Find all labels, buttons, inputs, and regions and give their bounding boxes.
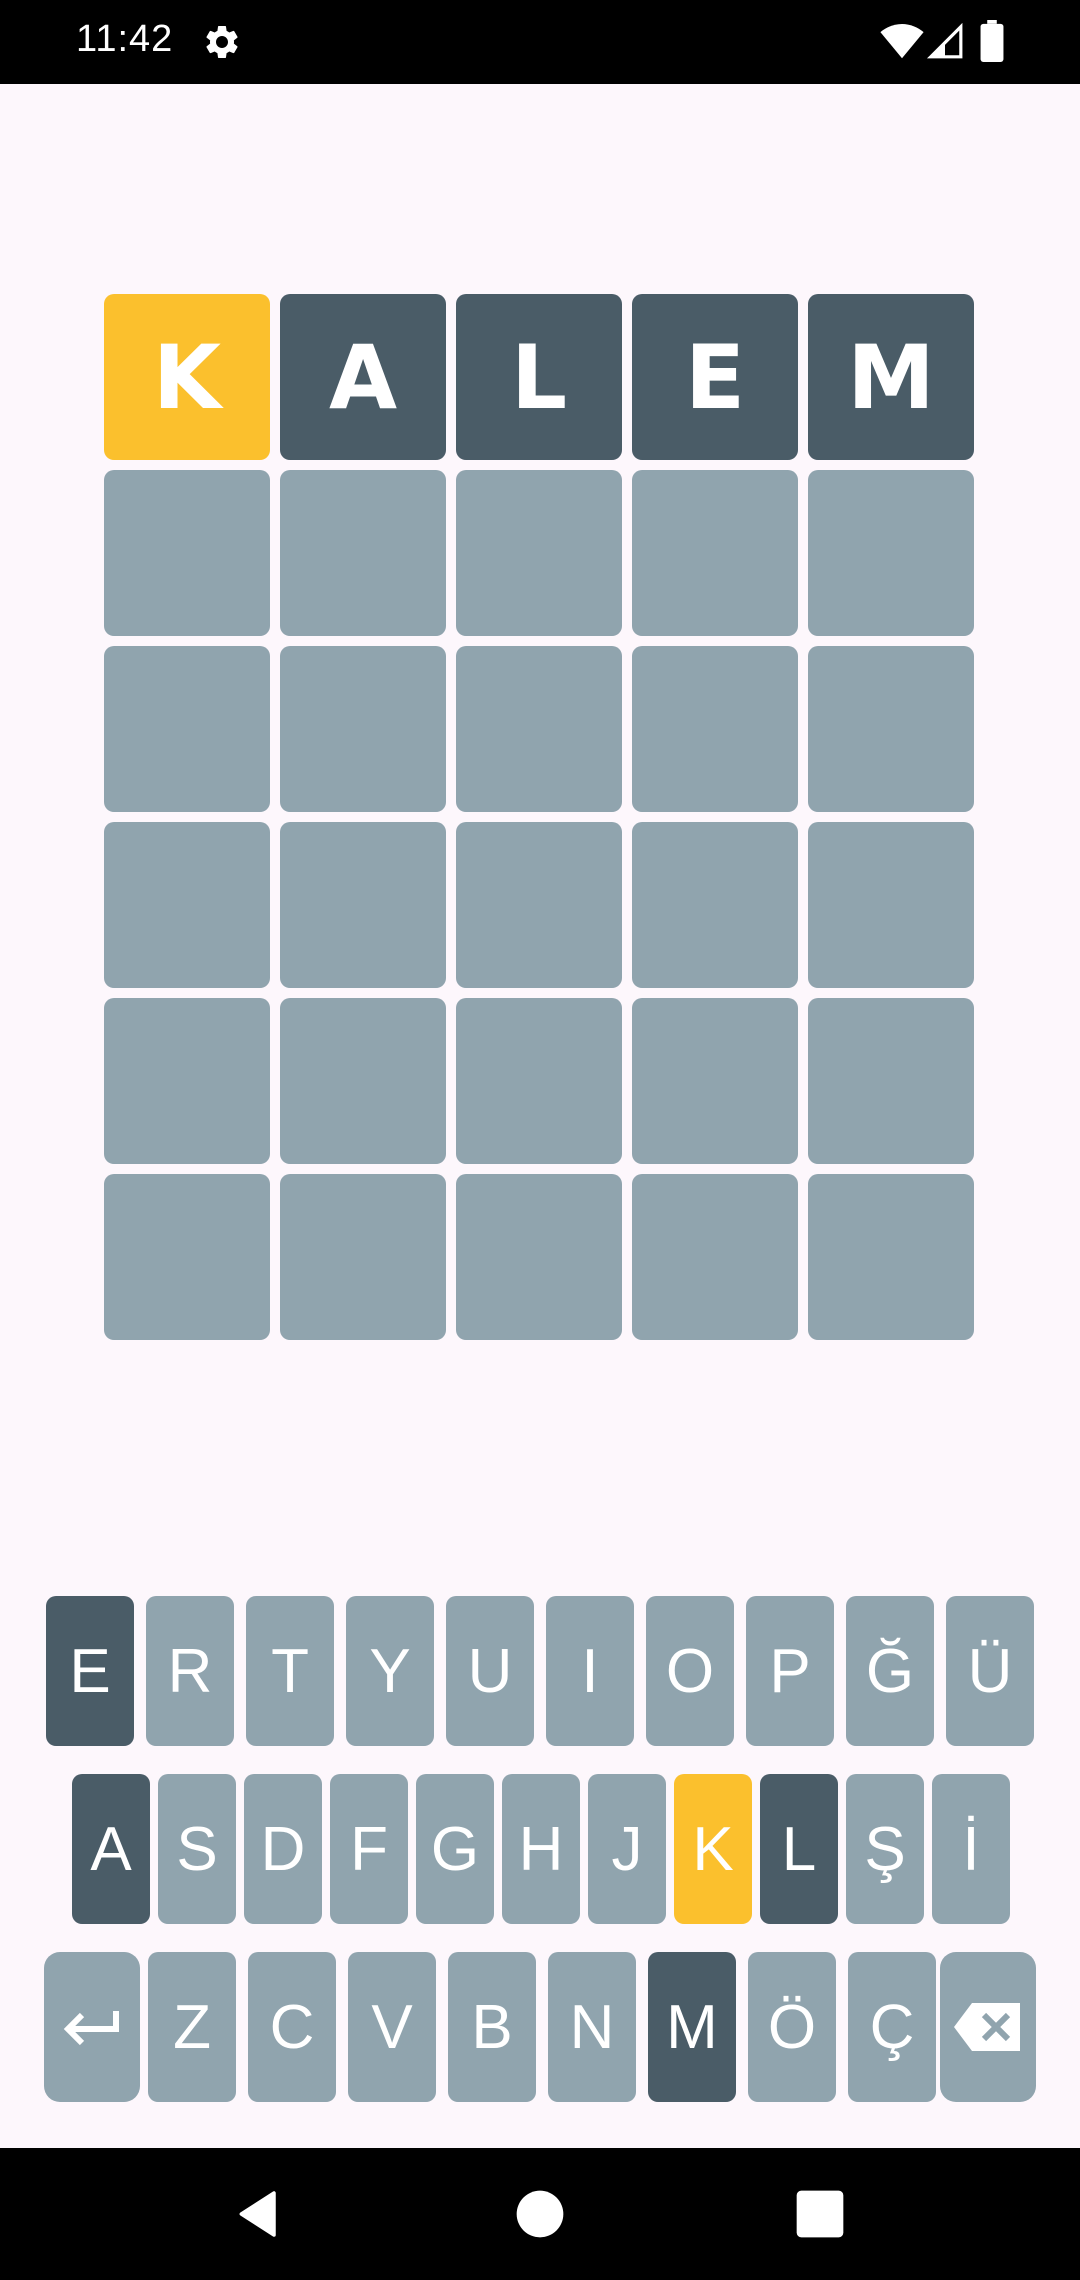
backspace-icon <box>952 2001 1024 2053</box>
board-tile <box>280 470 446 636</box>
key[interactable]: Z <box>148 1952 236 2102</box>
key[interactable]: R <box>146 1596 234 1746</box>
key[interactable]: A <box>72 1774 150 1924</box>
board-tile: M <box>808 294 974 460</box>
board-tile <box>632 646 798 812</box>
game-board: KALEM <box>104 294 976 1340</box>
key[interactable]: C <box>248 1952 336 2102</box>
board-tile <box>280 646 446 812</box>
board-tile <box>632 822 798 988</box>
back-icon[interactable] <box>232 2186 288 2242</box>
board-tile <box>456 998 622 1164</box>
key[interactable]: F <box>330 1774 408 1924</box>
board-tile <box>632 1174 798 1340</box>
signal-icon <box>926 22 963 59</box>
key[interactable]: O <box>646 1596 734 1746</box>
board-tile <box>456 822 622 988</box>
key[interactable]: M <box>648 1952 736 2102</box>
key[interactable]: T <box>246 1596 334 1746</box>
board-tile <box>808 470 974 636</box>
board-tile <box>104 470 270 636</box>
board-tile <box>104 646 270 812</box>
enter-icon <box>60 2007 124 2047</box>
key[interactable]: Ş <box>846 1774 924 1924</box>
keyboard: ERTYUIOPĞÜ ASDFGHJKLŞİ ZCVBNMÖÇ <box>0 1596 1080 2104</box>
key[interactable]: H <box>502 1774 580 1924</box>
board-tile: E <box>632 294 798 460</box>
battery-icon <box>980 20 1004 62</box>
key[interactable]: Ğ <box>846 1596 934 1746</box>
key[interactable]: P <box>746 1596 834 1746</box>
board-tile: L <box>456 294 622 460</box>
key[interactable]: Y <box>346 1596 434 1746</box>
key[interactable]: D <box>244 1774 322 1924</box>
navigation-bar <box>0 2148 1080 2280</box>
board-tile <box>456 470 622 636</box>
key[interactable]: E <box>46 1596 134 1746</box>
key[interactable]: V <box>348 1952 436 2102</box>
board-tile <box>808 1174 974 1340</box>
board-tile: K <box>104 294 270 460</box>
home-icon[interactable] <box>512 2186 568 2242</box>
board-tile <box>456 1174 622 1340</box>
key[interactable]: S <box>158 1774 236 1924</box>
key[interactable]: Ü <box>946 1596 1034 1746</box>
board-tile <box>280 822 446 988</box>
board-tile <box>808 646 974 812</box>
board-tile <box>808 998 974 1164</box>
board-tile <box>280 1174 446 1340</box>
board-tile: A <box>280 294 446 460</box>
key[interactable]: B <box>448 1952 536 2102</box>
status-bar: 11:42 <box>0 0 1080 84</box>
key[interactable]: N <box>548 1952 636 2102</box>
backspace-key[interactable] <box>940 1952 1036 2102</box>
key[interactable]: U <box>446 1596 534 1746</box>
recents-icon[interactable] <box>792 2186 848 2242</box>
key[interactable]: Ç <box>848 1952 936 2102</box>
board-tile <box>280 998 446 1164</box>
board-tile <box>104 998 270 1164</box>
key[interactable]: I <box>546 1596 634 1746</box>
status-time: 11:42 <box>76 18 174 60</box>
board-tile <box>632 470 798 636</box>
key[interactable]: K <box>674 1774 752 1924</box>
board-tile <box>104 1174 270 1340</box>
gear-icon <box>206 25 238 58</box>
enter-key[interactable] <box>44 1952 140 2102</box>
board-tile <box>104 822 270 988</box>
board-tile <box>456 646 622 812</box>
key[interactable]: L <box>760 1774 838 1924</box>
key[interactable]: İ <box>932 1774 1010 1924</box>
board-tile <box>808 822 974 988</box>
wifi-icon <box>880 24 924 59</box>
key[interactable]: Ö <box>748 1952 836 2102</box>
board-tile <box>632 998 798 1164</box>
key[interactable]: J <box>588 1774 666 1924</box>
key[interactable]: G <box>416 1774 494 1924</box>
